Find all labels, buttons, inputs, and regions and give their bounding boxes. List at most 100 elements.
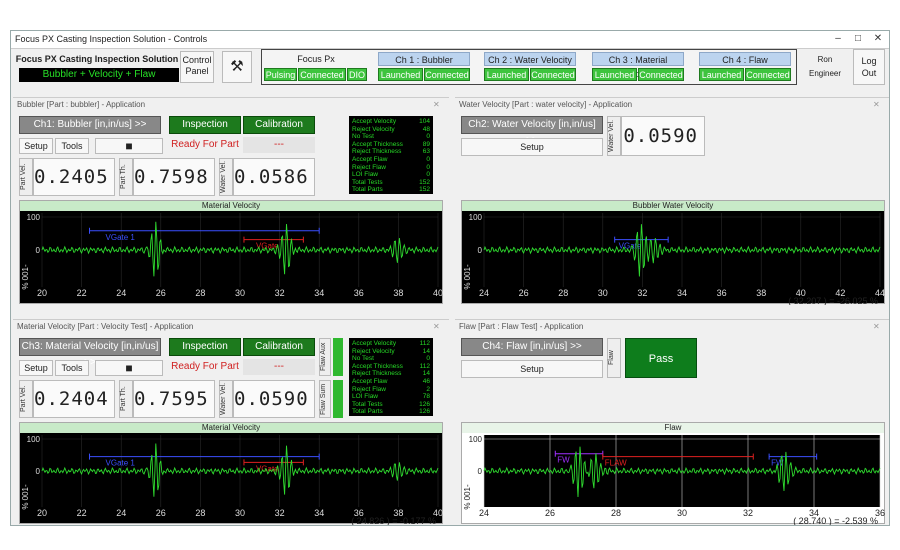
bubbler-inspection-button[interactable]: Inspection: [169, 116, 241, 134]
stats-row: Accept Velocity 104: [352, 118, 430, 126]
ch1-title: Ch 1 : Bubbler: [378, 52, 470, 66]
material-stop-icon[interactable]: ■: [95, 360, 163, 376]
bubbler-cal-value: ---: [243, 137, 315, 153]
x-tick-label: 30: [677, 508, 687, 518]
gate-label: VGate 1: [106, 459, 136, 468]
bubbler-calibration-button[interactable]: Calibration: [243, 116, 315, 134]
x-tick-label: 28: [195, 508, 205, 518]
x-tick-label: 32: [275, 508, 285, 518]
x-tick-label: 26: [519, 288, 529, 298]
bubbler-close-icon[interactable]: ✕: [433, 100, 440, 109]
flaw-panel: Flaw [Part : Flaw Test] - Application ✕ …: [455, 319, 889, 525]
x-tick-label: 34: [677, 288, 687, 298]
stats-label: Total Tests: [352, 400, 383, 408]
flaw-chart-svg: 24 26 28 30 32 34 361000% 001-FW FLAW FW( 28.740…: [463, 435, 885, 525]
control-panel-button[interactable]: Control Panel: [180, 51, 214, 83]
y-tick-label: 100: [469, 213, 483, 222]
y-tick-label: 0: [36, 246, 41, 255]
stats-row: No Test 0: [352, 133, 430, 141]
flaw-chart[interactable]: Flaw 24 26 28 30 32 34 36 100 0% 001- FW FLAW FW( 2…: [461, 422, 885, 525]
material-chart[interactable]: Material Velocity 20 22 24 26 28 30 32 34 36 38 40…: [19, 422, 443, 525]
ch2-channel-button[interactable]: Ch2: Water Velocity [in,in/us] >>: [461, 116, 603, 146]
material-chart-svg: 20 22 24 26 28 30 32 34 36 38 401000% 001-VGate 1V…: [21, 435, 443, 525]
bubbler-panel-header: Bubbler [Part : bubbler] - Application: [17, 100, 146, 109]
ch3-launched: Launched: [592, 68, 637, 81]
bubbler-stop-icon[interactable]: ■: [95, 138, 163, 154]
stats-label: Accept Flaw: [352, 155, 388, 163]
control-panel-label: Control Panel: [182, 55, 212, 76]
bubbler-tools-button[interactable]: Tools: [55, 138, 89, 154]
stats-row: Reject Flaw 2: [352, 386, 430, 394]
stats-row: LOI Flaw 78: [352, 393, 430, 401]
user-role: Engineer: [808, 69, 842, 78]
water-close-icon[interactable]: ✕: [873, 100, 880, 109]
main-window: Focus PX Casting Inspection Solution - C…: [10, 30, 890, 526]
cursor-readout: ( 24.826 ) = -0.177 %: [351, 516, 436, 525]
stats-row: Total Parts 126: [352, 408, 430, 416]
y-axis-label: % 001-: [21, 264, 30, 290]
stats-row: Total Tests 152: [352, 179, 430, 187]
x-tick-label: 32: [275, 288, 285, 298]
material-part-th-value: 0.7595: [133, 380, 215, 418]
minimize-icon[interactable]: –: [829, 33, 847, 47]
stats-label: Reject Flaw: [352, 163, 386, 171]
material-tools-button[interactable]: Tools: [55, 360, 89, 376]
stats-value: 126: [419, 408, 430, 416]
dio-status: DIO: [347, 68, 367, 81]
water-setup-button[interactable]: Setup: [461, 138, 603, 156]
tools-icon[interactable]: ⚒: [222, 51, 252, 83]
bubbler-setup-button[interactable]: Setup: [19, 138, 53, 154]
ch4-launched: Launched: [699, 68, 744, 81]
bubbler-chart[interactable]: Material Velocity 20 22 24 26 28 30 32 34 36 38 40…: [19, 200, 443, 304]
mode-display: Bubbler + Velocity + Flaw: [19, 68, 179, 82]
material-setup-button[interactable]: Setup: [19, 360, 53, 376]
water-chart[interactable]: Bubbler Water Velocity 24 26 28 30 32 34 36 38 4…: [461, 200, 885, 305]
material-inspection-button[interactable]: Inspection: [169, 338, 241, 356]
stats-row: Accept Velocity 112: [352, 340, 430, 348]
x-tick-label: 24: [479, 288, 489, 298]
stats-label: Accept Velocity: [352, 340, 397, 347]
water-panel: Water Velocity [Part : water velocity] -…: [455, 97, 889, 307]
stats-value: 48: [422, 125, 430, 133]
logout-button[interactable]: Log Out: [853, 49, 885, 85]
material-calibration-button[interactable]: Calibration: [243, 338, 315, 356]
ch2-launched: Launched: [484, 68, 529, 81]
material-stats-panel: Accept Velocity 112 Reject Velocity 14 No Te…: [349, 338, 433, 416]
stats-value: 0: [426, 355, 430, 363]
y-tick-label: 0: [478, 467, 483, 476]
y-axis-label: % 001-: [463, 484, 472, 510]
y-axis-label: % 001-: [21, 484, 30, 510]
material-close-icon[interactable]: ✕: [433, 322, 440, 331]
x-tick-label: 20: [37, 508, 47, 518]
ch1-connected: Connected: [424, 68, 470, 81]
stats-label: Accept Thickness: [352, 362, 403, 370]
flaw-setup-button[interactable]: Setup: [461, 360, 603, 378]
x-tick-label: 24: [116, 288, 126, 298]
water-chart-svg: 24 26 28 30 32 34 36 38 40 42 441000% 001-VGate( 3…: [463, 213, 885, 305]
stats-row: Reject Thickness 14: [352, 370, 430, 378]
x-tick-label: 20: [37, 288, 47, 298]
flaw-aux-label: Flaw Aux: [319, 338, 331, 376]
gate-label: FW: [557, 456, 570, 465]
ch1-channel-button[interactable]: Ch1: Bubbler [in,in/us] >>: [19, 116, 161, 134]
material-panel: Material Velocity [Part : Velocity Test]…: [13, 319, 449, 525]
stats-value: 104: [419, 118, 430, 125]
stats-label: Reject Velocity: [352, 125, 395, 133]
stats-value: 0: [426, 155, 430, 163]
ch4-channel-button[interactable]: Ch4: Flaw [in,in/us] >>: [461, 338, 603, 356]
material-part-vel-value: 0.2404: [33, 380, 115, 418]
flaw-sum-label: Flaw Sum: [319, 380, 331, 418]
close-icon[interactable]: ✕: [869, 33, 887, 47]
connected-status: Connected: [298, 68, 346, 81]
x-tick-label: 26: [156, 508, 166, 518]
stats-label: No Test: [352, 355, 374, 363]
x-tick-label: 28: [611, 508, 621, 518]
x-tick-label: 34: [314, 288, 324, 298]
bubbler-water-vel-value: 0.0586: [233, 158, 315, 196]
maximize-icon[interactable]: □: [849, 33, 867, 47]
y-tick-label: 100: [27, 435, 41, 444]
user-name: Ron: [817, 55, 833, 64]
flaw-close-icon[interactable]: ✕: [873, 322, 880, 331]
x-tick-label: 40: [433, 288, 443, 298]
ch3-channel-button[interactable]: Ch3: Material Velocity [in,in/us] >>: [19, 338, 161, 368]
